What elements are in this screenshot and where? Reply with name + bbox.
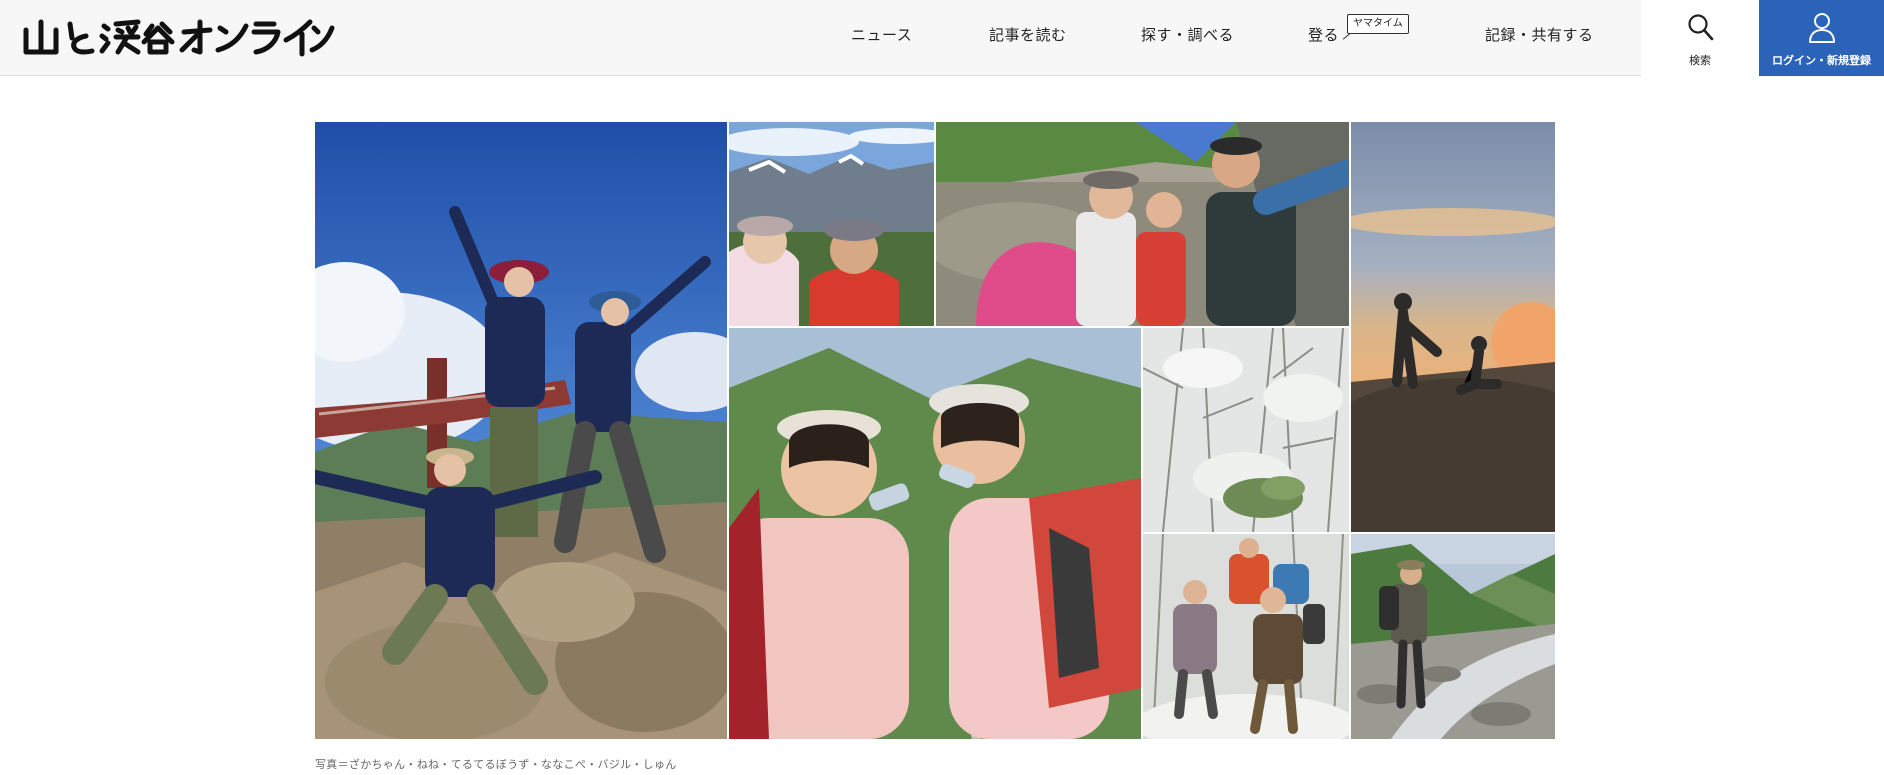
site-header: ニュース 記事を読む 探す・調べる 登る ヤマタイム 記録・共有する 検索 ログ… [0,0,1884,76]
valley-hiker-photo[interactable] [1351,534,1555,739]
nav-climb[interactable]: 登る [1308,0,1339,76]
couple-selfie-photo[interactable] [729,122,934,326]
site-logo[interactable] [20,14,336,58]
search-icon [1687,13,1715,47]
nav-read-articles[interactable]: 記事を読む [989,0,1067,76]
sunset-silhouette-photo[interactable] [1351,122,1555,532]
logo-mark-icon [23,19,335,57]
snowy-forest-photo[interactable] [1143,328,1349,532]
login-register-button[interactable]: ログイン・新規登録 [1759,0,1884,76]
search-button[interactable]: 検索 [1641,0,1759,76]
photo-credit-caption: 写真＝ざかちゃん・ねね・てるてるぼうず・ななこぺ・バジル・しゅん [315,758,677,771]
children-drinking-photo[interactable] [729,328,1141,739]
nav-search-explore[interactable]: 探す・調べる [1141,0,1234,76]
search-label: 検索 [1689,54,1711,67]
family-selfie-photo[interactable] [936,122,1349,326]
snow-group-photo[interactable] [1143,534,1349,739]
yamatime-badge[interactable]: ヤマタイム [1347,14,1409,34]
user-icon [1808,12,1836,48]
nav-news[interactable]: ニュース [851,0,912,76]
login-register-label: ログイン・新規登録 [1772,54,1871,67]
photo-collage [315,122,1555,739]
nav-record-share[interactable]: 記録・共有する [1485,0,1594,76]
group-summit-photo[interactable] [315,122,727,739]
